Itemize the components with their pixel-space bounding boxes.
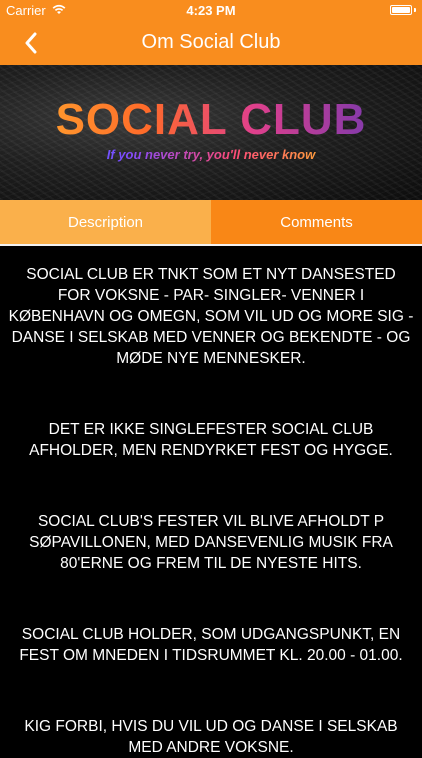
description-paragraph: DET ER IKKE SINGLEFESTER SOCIAL CLUB AFH… xyxy=(29,421,393,459)
logo-text: SOCIAL CLUB xyxy=(0,95,422,145)
page-title: Om Social Club xyxy=(141,31,281,53)
banner-image: SOCIAL CLUB If you never try, you'll nev… xyxy=(0,65,422,200)
back-button[interactable] xyxy=(16,28,46,58)
logo-tagline: If you never try, you'll never know xyxy=(0,147,422,162)
tab-comments[interactable]: Comments xyxy=(211,200,422,244)
description-paragraph: KIG FORBI, HVIS DU VIL UD OG DANSE I SEL… xyxy=(24,718,398,756)
status-time: 4:23 PM xyxy=(186,2,236,18)
description-content: SOCIAL CLUB ER TNKT SOM ET NYT DANSESTED… xyxy=(0,246,422,758)
tab-bar: Description Comments xyxy=(0,200,422,244)
description-paragraph: SOCIAL CLUB HOLDER, SOM UDGANGSPUNKT, EN… xyxy=(19,626,403,664)
navigation-bar: Om Social Club xyxy=(0,20,422,65)
description-paragraph: SOCIAL CLUB'S FESTER VIL BLIVE AFHOLDT P… xyxy=(29,513,393,572)
description-paragraph: SOCIAL CLUB ER TNKT SOM ET NYT DANSESTED… xyxy=(8,266,414,367)
status-bar: Carrier 4:23 PM xyxy=(0,0,422,20)
chevron-left-icon xyxy=(25,32,37,54)
tab-description[interactable]: Description xyxy=(0,200,211,244)
